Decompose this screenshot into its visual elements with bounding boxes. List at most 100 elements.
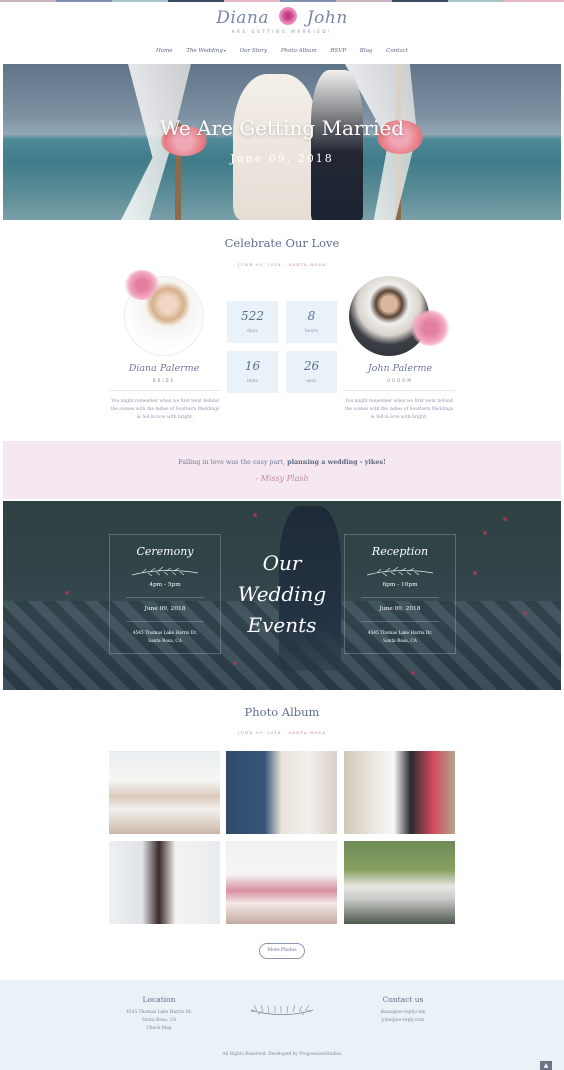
countdown-value: 26 — [303, 359, 320, 373]
countdown-label: hours — [305, 329, 318, 334]
hero-banner: We Are Getting Married June 09, 2018 — [3, 64, 561, 220]
rose-icon — [278, 6, 297, 25]
countdown-value: 8 — [307, 309, 316, 323]
nav-item-label: The Wedding — [186, 48, 223, 54]
ceremony-title: Ceremony — [136, 545, 194, 558]
petal — [411, 671, 415, 675]
divider — [343, 390, 455, 391]
bride-name: Diana Palerme — [128, 363, 200, 374]
hero-date: June 09, 2018 — [230, 152, 334, 165]
countdown-days: 522 days — [227, 301, 278, 343]
chevron-down-icon: ▾ — [223, 48, 226, 53]
divider — [361, 597, 439, 598]
footer-location-address: 4545 Thomas Lake Harris Dr. Santa Rosa, … — [99, 1009, 219, 1033]
petal — [483, 531, 487, 535]
address-line: 4545 Thomas Lake Harris Dr. — [132, 631, 198, 636]
quote-author: - Missy Plash — [255, 474, 309, 483]
ceremony-card: Ceremony 4pm - 5pm June 09, 2018 4545 Th… — [109, 534, 221, 654]
quote-body: Falling in love was the easy part, — [178, 458, 286, 466]
reception-title: Reception — [371, 545, 429, 558]
nav-item-contact[interactable]: Contact — [386, 48, 408, 54]
email-link[interactable]: john@no-reply.com — [343, 1017, 463, 1025]
divider — [126, 621, 204, 622]
ceremony-time: 4pm - 5pm — [149, 582, 181, 588]
address-line: 4545 Thomas Lake Harris Dr. — [367, 631, 433, 636]
countdown-label: secs — [306, 379, 317, 384]
main-nav: Home The Wedding▾ Our Story Photo Album … — [0, 48, 564, 54]
more-photos-button[interactable]: More Photos — [259, 943, 305, 959]
groom-description: You might remember when we first went be… — [344, 399, 454, 420]
album-photo[interactable] — [109, 841, 220, 924]
reception-date: June 09, 2018 — [379, 606, 421, 612]
groom-figure — [311, 70, 363, 220]
events-title-line: Wedding — [237, 582, 327, 606]
flower-icon — [124, 270, 160, 300]
address-line: 4545 Thomas Lake Harris Dr. — [126, 1010, 192, 1015]
petal — [65, 591, 69, 595]
groom-role: GROOM — [387, 378, 413, 383]
nav-item-our-story[interactable]: Our Story — [240, 48, 267, 54]
nav-item-blog[interactable]: Blog — [360, 48, 373, 54]
album-title: Photo Album — [244, 705, 320, 719]
nav-item-photo-album[interactable]: Photo Album — [281, 48, 317, 54]
quote-emphasis: planning a wedding - yikes! — [287, 458, 386, 466]
reception-card: Reception 6pm - 10pm June 09, 2018 4545 … — [344, 534, 456, 654]
email-link[interactable]: diana@no-reply.com — [343, 1009, 463, 1017]
album-photo[interactable] — [109, 751, 220, 834]
album-photo[interactable] — [344, 751, 455, 834]
ceremony-date: June 09, 2018 — [144, 606, 186, 612]
countdown-hours: 8 hours — [286, 301, 337, 343]
bride-description: You might remember when we first went be… — [110, 399, 220, 420]
address-line: Santa Rosa, CA — [148, 638, 182, 644]
divider — [126, 597, 204, 598]
countdown-label: days — [247, 329, 258, 334]
events-title-line: Our — [262, 551, 302, 575]
sprig-icon — [131, 566, 199, 577]
site-logo[interactable]: Diana John ARE GETTING MARRIED! — [0, 6, 564, 34]
footer-location-title: Location — [142, 995, 176, 1004]
ceremony-address: 4545 Thomas Lake Harris Dr. Santa Rosa, … — [110, 630, 220, 645]
bride-figure — [233, 74, 318, 220]
flower-icon — [410, 310, 450, 346]
quote-band: Falling in love was the easy part, plann… — [3, 441, 561, 499]
address-line: Santa Rosa, CA — [141, 1018, 177, 1023]
petal — [523, 611, 527, 615]
petal — [473, 571, 477, 575]
celebrate-subtitle: JUNE 09, 2018 - SANTA ROSA — [237, 262, 327, 267]
groom-name: John Palerme — [367, 363, 433, 374]
quote-text: Falling in love was the easy part, plann… — [3, 458, 561, 466]
logo-names: Diana John — [0, 6, 564, 28]
album-photo[interactable] — [226, 841, 337, 924]
petal — [233, 661, 237, 665]
countdown-label: mins — [247, 379, 258, 384]
scroll-to-top-button[interactable]: ▲ — [540, 1061, 552, 1070]
celebrate-title: Celebrate Our Love — [224, 236, 340, 250]
reception-time: 6pm - 10pm — [382, 582, 418, 588]
nav-item-rsvp[interactable]: RSVP — [330, 48, 346, 54]
countdown-value: 16 — [244, 359, 261, 373]
nav-item-the-wedding[interactable]: The Wedding▾ — [186, 48, 226, 54]
petal — [503, 517, 507, 521]
logo-bride-name: Diana — [216, 8, 270, 28]
wreath-icon — [250, 1004, 314, 1016]
events-title: Our Wedding Events — [232, 548, 332, 641]
hero-title: We Are Getting Married — [159, 116, 405, 140]
reception-address: 4545 Thomas Lake Harris Dr. Santa Rosa, … — [345, 630, 455, 645]
check-map-link[interactable]: Check Map — [99, 1025, 219, 1033]
footer-contact-emails: diana@no-reply.com john@no-reply.com — [343, 1009, 463, 1025]
logo-groom-name: John — [306, 8, 348, 28]
countdown-mins: 16 mins — [227, 351, 278, 393]
album-photo[interactable] — [344, 841, 455, 924]
logo-tagline: ARE GETTING MARRIED! — [231, 29, 333, 34]
album-photo[interactable] — [226, 751, 337, 834]
divider — [361, 621, 439, 622]
album-subtitle: JUNE 09, 2018 - SANTA ROSA — [237, 730, 327, 735]
nav-item-home[interactable]: Home — [156, 48, 173, 54]
footer-contact-title: Contact us — [382, 995, 424, 1004]
events-title-line: Events — [247, 613, 317, 637]
copyright: All Rights Reserved. Developed by Progre… — [222, 1052, 342, 1057]
petal — [253, 513, 257, 517]
bride-role: BRIDE — [152, 378, 176, 383]
divider — [109, 390, 221, 391]
address-line: Santa Rosa, CA — [383, 638, 417, 644]
